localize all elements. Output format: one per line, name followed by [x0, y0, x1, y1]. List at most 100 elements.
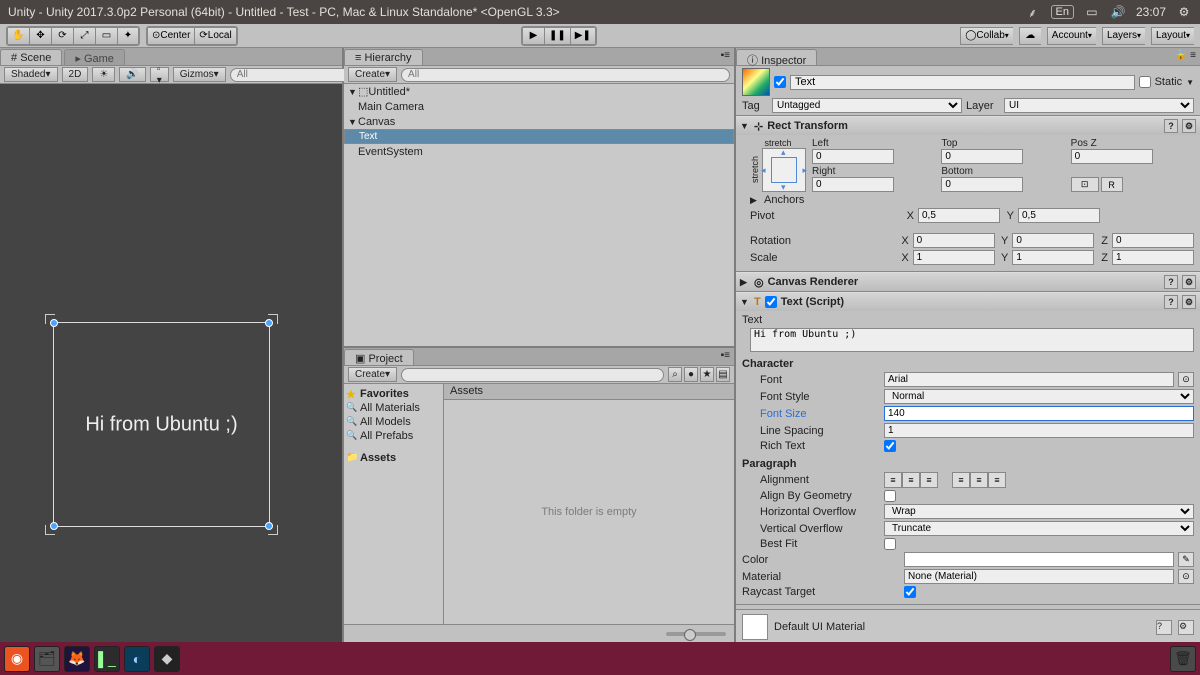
fontstyle-dropdown[interactable]: Normal: [884, 389, 1194, 404]
scale-tool-button[interactable]: ⤢: [73, 27, 95, 45]
align-left-button[interactable]: ≡: [884, 472, 902, 488]
settings-gear-icon[interactable]: ⚙: [1176, 4, 1192, 20]
layers-dropdown[interactable]: Layers: [1102, 27, 1145, 45]
top-input[interactable]: [941, 149, 1023, 164]
taskbar-files-icon[interactable]: 🗂: [34, 646, 60, 672]
scale-x-input[interactable]: [913, 250, 995, 265]
linespacing-input[interactable]: [884, 423, 1194, 438]
center-button[interactable]: ⊙ Center: [147, 27, 194, 45]
layer-dropdown[interactable]: UI: [1004, 98, 1194, 113]
tab-scene[interactable]: # Scene: [0, 49, 62, 65]
anchors-label[interactable]: Anchors: [764, 194, 804, 206]
gameobject-name-input[interactable]: [790, 75, 1135, 90]
align-bottom-button[interactable]: ≡: [988, 472, 1006, 488]
static-dropdown-icon[interactable]: ▼: [1186, 78, 1194, 87]
rect-tool-button[interactable]: ▭: [95, 27, 117, 45]
audio-toggle[interactable]: 🔊: [119, 67, 145, 82]
project-zoom-slider[interactable]: [666, 632, 726, 636]
alignbygeo-checkbox[interactable]: [884, 490, 896, 502]
font-field[interactable]: [884, 372, 1174, 387]
posz-input[interactable]: [1071, 149, 1153, 164]
cloud-button[interactable]: ☁: [1019, 27, 1041, 45]
handle-top-right[interactable]: [265, 319, 273, 327]
handle-bottom-left[interactable]: [50, 522, 58, 530]
material-preview[interactable]: [742, 614, 768, 640]
help-icon[interactable]: ?: [1164, 275, 1178, 289]
gear-icon[interactable]: ⚙: [1182, 275, 1196, 289]
tab-hierarchy[interactable]: ≡ Hierarchy: [344, 49, 423, 65]
shading-mode-dropdown[interactable]: Shaded ▾: [4, 67, 58, 82]
rotate-tool-button[interactable]: ⟳: [51, 27, 73, 45]
project-all-prefabs[interactable]: All Prefabs: [344, 429, 443, 443]
pivot-x-input[interactable]: [918, 208, 1000, 223]
align-right-button[interactable]: ≡: [920, 472, 938, 488]
blueprint-mode-button[interactable]: ⊡: [1071, 177, 1099, 192]
gameobject-active-checkbox[interactable]: [774, 76, 786, 88]
multi-tool-button[interactable]: ✦: [117, 27, 139, 45]
material-field[interactable]: [904, 569, 1174, 584]
fold-icon[interactable]: ▼: [740, 121, 750, 131]
layout-dropdown[interactable]: Layout: [1151, 27, 1194, 45]
scale-z-input[interactable]: [1112, 250, 1194, 265]
gear-icon[interactable]: ⚙: [1182, 119, 1196, 133]
save-search-icon[interactable]: ▤: [716, 367, 730, 382]
tag-dropdown[interactable]: Untagged: [772, 98, 962, 113]
move-tool-button[interactable]: ✥: [29, 27, 51, 45]
hierarchy-search-input[interactable]: [401, 68, 730, 82]
lighting-toggle[interactable]: ☀: [92, 67, 115, 82]
richtext-checkbox[interactable]: [884, 440, 896, 452]
gear-icon[interactable]: ⚙: [1178, 620, 1194, 635]
rot-y-input[interactable]: [1012, 233, 1094, 248]
taskbar-unity-icon[interactable]: ◆: [154, 646, 180, 672]
align-middle-button[interactable]: ≡: [970, 472, 988, 488]
handle-bottom-right[interactable]: [265, 522, 273, 530]
gear-icon[interactable]: ⚙: [1182, 295, 1196, 309]
filter-label-icon[interactable]: ★: [700, 367, 714, 382]
tab-inspector[interactable]: ⓘ Inspector: [736, 49, 817, 65]
fold-icon[interactable]: ▶: [740, 277, 750, 288]
panel-lock-icon[interactable]: 🔒 ≡: [1171, 48, 1200, 65]
gizmos-dropdown[interactable]: Gizmos ▾: [173, 67, 226, 82]
2d-toggle[interactable]: 2D: [62, 67, 89, 82]
rect-gizmo[interactable]: Hi from Ubuntu ;): [53, 322, 270, 527]
lang-indicator[interactable]: En: [1051, 5, 1074, 19]
taskbar-firefox-icon[interactable]: 🦊: [64, 646, 90, 672]
static-checkbox[interactable]: [1139, 76, 1151, 88]
taskbar-app1-icon[interactable]: ◐: [124, 646, 150, 672]
help-icon[interactable]: ?: [1164, 119, 1178, 133]
hierarchy-canvas[interactable]: ▼Canvas: [344, 114, 734, 129]
fontsize-input[interactable]: [884, 406, 1194, 421]
raw-mode-button[interactable]: R: [1101, 177, 1123, 192]
filter-icon[interactable]: ⌕: [668, 367, 682, 382]
collab-dropdown[interactable]: ◯ Collab: [960, 27, 1013, 45]
material-picker-button[interactable]: ⊙: [1178, 569, 1194, 584]
align-top-button[interactable]: ≡: [952, 472, 970, 488]
hoverflow-dropdown[interactable]: Wrap: [884, 504, 1194, 519]
battery-icon[interactable]: ▭: [1084, 4, 1100, 20]
project-all-materials[interactable]: All Materials: [344, 401, 443, 415]
voverflow-dropdown[interactable]: Truncate: [884, 521, 1194, 536]
pause-button[interactable]: ❚❚: [544, 27, 570, 45]
anchor-preset-button[interactable]: ▴ ▾ ◂ ▸: [762, 148, 806, 192]
left-input[interactable]: [812, 149, 894, 164]
taskbar-terminal-icon[interactable]: ▌_: [94, 646, 120, 672]
pivot-y-input[interactable]: [1018, 208, 1100, 223]
scene-viewport[interactable]: Hi from Ubuntu ;): [0, 84, 342, 642]
text-enabled-checkbox[interactable]: [765, 296, 777, 308]
right-input[interactable]: [812, 177, 894, 192]
handle-top-left[interactable]: [50, 319, 58, 327]
local-button[interactable]: ⟳ Local: [194, 27, 236, 45]
project-assets-folder[interactable]: Assets: [344, 451, 443, 465]
play-button[interactable]: ▶: [522, 27, 544, 45]
hierarchy-create-dropdown[interactable]: Create ▾: [348, 67, 397, 82]
project-breadcrumb[interactable]: Assets: [444, 384, 734, 400]
project-favorites[interactable]: Favorites: [344, 387, 443, 401]
step-button[interactable]: ▶❚: [570, 27, 596, 45]
tab-project[interactable]: ▣ Project: [344, 349, 414, 365]
hierarchy-eventsystem[interactable]: EventSystem: [344, 144, 734, 159]
text-content-input[interactable]: [750, 328, 1194, 352]
filter-type-icon[interactable]: ●: [684, 367, 698, 382]
volume-icon[interactable]: 🔊: [1110, 4, 1126, 20]
fold-icon[interactable]: ▼: [740, 297, 750, 307]
hand-tool-button[interactable]: ✋: [7, 27, 29, 45]
